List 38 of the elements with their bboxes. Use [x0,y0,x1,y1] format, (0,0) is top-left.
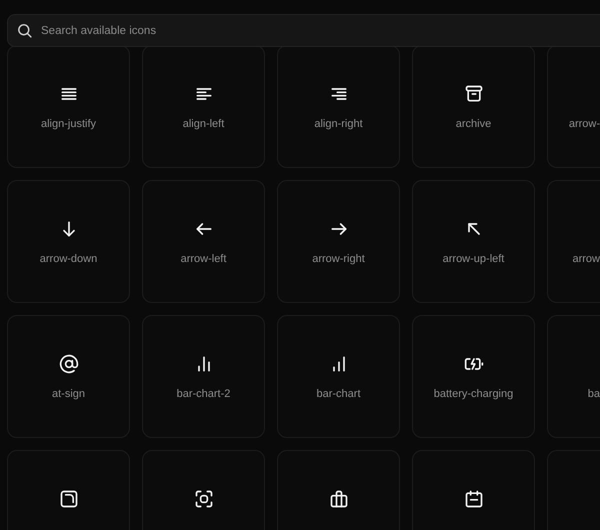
icon-label: battery-charging [434,387,514,401]
icon-card[interactable]: arrow-down [7,180,130,303]
icon-card[interactable]: bar-chart [277,315,400,438]
icon-card[interactable]: bar-chart-2 [142,315,265,438]
calendar-icon [464,489,484,509]
icon-card[interactable]: at-sign [7,315,130,438]
search-icon [16,22,33,39]
icon-label: arrow-left [180,252,226,266]
icon-card[interactable]: arrow [547,180,600,303]
icon-card[interactable]: arrow-right [277,180,400,303]
icon-label: arrow-up-left [442,252,504,266]
icon-label: bar-chart-2 [176,387,230,401]
briefcase-icon [328,489,348,509]
icon-card[interactable]: battery-charging [412,315,535,438]
icon-card[interactable]: ba [547,315,600,438]
icon-label: ba [588,387,600,401]
icon-label: at-sign [52,387,86,401]
icon-card[interactable]: arrow-left [142,180,265,303]
archive-box-icon [464,84,484,104]
icon-card[interactable]: align-right [277,45,400,168]
icon-label: arrow [572,252,600,266]
icon-card[interactable]: arrow- [547,45,600,168]
icon-label: arrow- [568,117,600,131]
bounding-box-icon [194,489,214,509]
search-field[interactable]: Search available icons [7,14,600,47]
icon-card[interactable]: archive [412,45,535,168]
rounded-corner-square-icon [58,489,78,509]
icon-card[interactable]: align-justify [7,45,130,168]
icon-label: arrow-right [312,252,365,266]
icon-label: align-left [182,117,224,131]
icon-label: bar-chart [316,387,361,401]
icon-card[interactable]: arrow-up-left [412,180,535,303]
at-sign-icon [58,354,78,374]
icon-label: align-justify [40,117,96,131]
icon-label: arrow-down [40,252,98,266]
icon-label: archive [456,117,492,131]
icon-card[interactable]: align-left [142,45,265,168]
icon-label: align-right [314,117,363,131]
